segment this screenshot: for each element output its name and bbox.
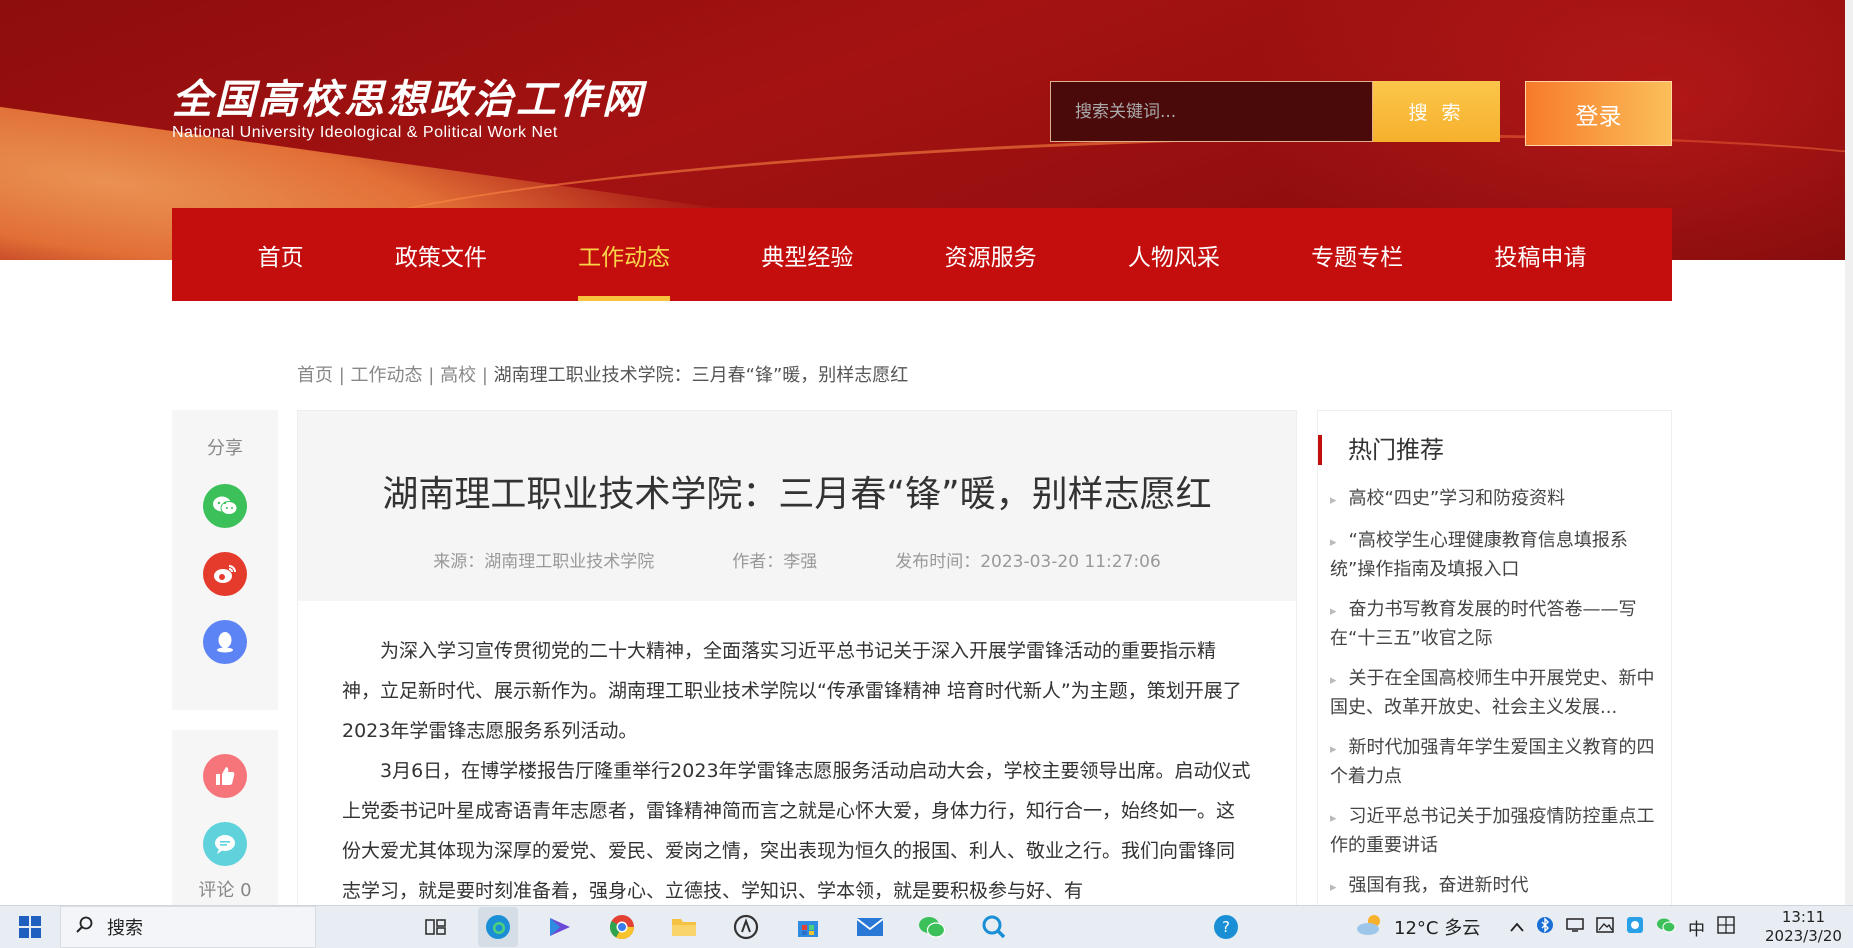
recommendation-item[interactable]: 关于在全国高校师生中开展党史、新中国史、改革开放史、社会主义发展... xyxy=(1330,665,1657,721)
nav-item-policy[interactable]: 政策文件 xyxy=(395,208,487,301)
weather-text: 12°C 多云 xyxy=(1394,918,1481,939)
recommendation-item[interactable]: 新时代加强青年学生爱国主义教育的四个着力点 xyxy=(1330,734,1657,790)
recommendation-item[interactable]: “高校学生心理健康教育信息填报系统”操作指南及填报入口 xyxy=(1330,527,1657,583)
taskbar-search-label: 搜索 xyxy=(107,918,143,939)
nav-item-topics[interactable]: 专题专栏 xyxy=(1311,208,1403,301)
edge-browser-icon[interactable] xyxy=(478,907,518,947)
breadcrumb-home[interactable]: 首页 xyxy=(297,365,333,386)
breadcrumb-sub[interactable]: 高校 xyxy=(440,365,476,386)
ime-indicator[interactable]: 中 xyxy=(1688,915,1705,940)
weibo-icon[interactable] xyxy=(203,552,247,596)
recommendation-item[interactable]: 奋力书写教育发展的时代答卷——写在“十三五”收官之际 xyxy=(1330,596,1657,652)
copilot-icon[interactable] xyxy=(540,907,580,947)
page-scrollbar[interactable] xyxy=(1845,0,1853,905)
help-icon[interactable]: ? xyxy=(1206,907,1246,947)
nav-item-home[interactable]: 首页 xyxy=(258,208,304,301)
keyboard-layout-icon[interactable] xyxy=(1717,915,1735,939)
article-date: 发布时间：2023-03-20 11:27:06 xyxy=(895,552,1161,572)
search-app-icon[interactable] xyxy=(974,907,1014,947)
article-meta: 来源：湖南理工职业技术学院 作者：李强 发布时间：2023-03-20 11:2… xyxy=(298,547,1296,572)
search-button[interactable]: 搜 索 xyxy=(1373,81,1500,142)
task-view-icon[interactable] xyxy=(416,907,456,947)
taskbar-apps: ? xyxy=(416,907,1246,947)
action-panel: 评论 0 xyxy=(172,730,278,910)
nav-item-work-news[interactable]: 工作动态 xyxy=(578,208,671,301)
chevron-up-icon[interactable] xyxy=(1510,917,1524,937)
wechat-tray-icon[interactable] xyxy=(1656,917,1676,938)
taskbar-clock[interactable]: 13:11 2023/3/20 xyxy=(1765,908,1842,946)
nav-item-resources[interactable]: 资源服务 xyxy=(945,208,1037,301)
login-button[interactable]: 登录 xyxy=(1525,81,1672,146)
recommendation-list: 高校“四史”学习和防疫资料 “高校学生心理健康教育信息填报系统”操作指南及填报入… xyxy=(1318,485,1671,901)
chrome-icon[interactable] xyxy=(602,907,642,947)
search-icon xyxy=(75,916,93,939)
breadcrumb-current: 湖南理工职业技术学院：三月春“锋”暖，别样志愿红 xyxy=(493,365,909,386)
wechat-app-icon[interactable] xyxy=(912,907,952,947)
bluetooth-icon[interactable] xyxy=(1536,916,1554,939)
hot-recommendations: 热门推荐 高校“四史”学习和防疫资料 “高校学生心理健康教育信息填报系统”操作指… xyxy=(1317,410,1672,910)
store-icon[interactable] xyxy=(788,907,828,947)
nav-item-people[interactable]: 人物风采 xyxy=(1128,208,1220,301)
like-icon[interactable] xyxy=(203,754,247,798)
recommendation-item[interactable]: 高校“四史”学习和防疫资料 xyxy=(1330,485,1657,514)
recommendation-item[interactable]: 习近平总书记关于加强疫情防控重点工作的重要讲话 xyxy=(1330,803,1657,859)
start-button[interactable] xyxy=(0,906,60,948)
article: 湖南理工职业技术学院：三月春“锋”暖，别样志愿红 来源：湖南理工职业技术学院 作… xyxy=(297,410,1297,910)
comment-count[interactable]: 评论 0 xyxy=(172,876,278,902)
article-paragraph: 为深入学习宣传贯彻党的二十大精神，全面落实习近平总书记关于深入开展学雷锋活动的重… xyxy=(342,640,1242,742)
cloud-icon xyxy=(1354,913,1386,942)
display-icon[interactable] xyxy=(1566,917,1584,938)
search-box xyxy=(1050,81,1373,142)
article-source: 来源：湖南理工职业技术学院 xyxy=(433,552,655,572)
nav-item-submit[interactable]: 投稿申请 xyxy=(1494,208,1586,301)
article-paragraph: 3月6日，在博学楼报告厅隆重举行2023年学雷锋志愿服务活动启动大会，学校主要领… xyxy=(342,760,1251,902)
breadcrumb-separator: | xyxy=(481,365,488,386)
breadcrumb: 首页 | 工作动态 | 高校 | 湖南理工职业技术学院：三月春“锋”暖，别样志愿… xyxy=(297,361,908,387)
windows-icon xyxy=(19,916,41,938)
site-title-cn: 全国高校思想政治工作网 xyxy=(172,76,645,123)
file-explorer-icon[interactable] xyxy=(664,907,704,947)
share-panel: 分享 xyxy=(172,410,278,710)
wechat-icon[interactable] xyxy=(203,484,247,528)
site-logo[interactable]: 全国高校思想政治工作网 National University Ideologi… xyxy=(172,78,645,142)
breadcrumb-separator: | xyxy=(338,365,345,386)
taskbar-search[interactable]: 搜索 xyxy=(60,906,316,948)
breadcrumb-separator: | xyxy=(428,365,435,386)
main-nav: 首页 政策文件 工作动态 典型经验 资源服务 人物风采 专题专栏 投稿申请 xyxy=(172,208,1672,301)
site-title-en: National University Ideological & Politi… xyxy=(172,124,558,141)
article-header: 湖南理工职业技术学院：三月春“锋”暖，别样志愿红 来源：湖南理工职业技术学院 作… xyxy=(298,411,1296,601)
qq-icon[interactable] xyxy=(203,620,247,664)
svg-text:?: ? xyxy=(1222,918,1230,936)
capture-icon[interactable] xyxy=(1626,916,1644,939)
app-icon[interactable] xyxy=(726,907,766,947)
article-body: 为深入学习宣传贯彻党的二十大精神，全面落实习近平总书记关于深入开展学雷锋活动的重… xyxy=(298,601,1296,911)
sidebar-heading: 热门推荐 xyxy=(1318,435,1671,465)
weather-widget[interactable]: 12°C 多云 xyxy=(1354,906,1480,948)
search-input[interactable] xyxy=(1051,82,1372,141)
article-author: 作者：李强 xyxy=(732,552,818,572)
article-title: 湖南理工职业技术学院：三月春“锋”暖，别样志愿红 xyxy=(382,474,1212,515)
photo-icon[interactable] xyxy=(1596,916,1614,938)
recommendation-item[interactable]: 强国有我，奋进新时代 xyxy=(1330,872,1657,901)
windows-taskbar: 搜索 ? 12°C 多云 中 13:11 2023/3/20 xyxy=(0,905,1853,948)
comment-icon[interactable] xyxy=(203,822,247,866)
system-tray: 中 xyxy=(1510,906,1735,948)
nav-item-experience[interactable]: 典型经验 xyxy=(761,208,853,301)
share-label: 分享 xyxy=(207,438,243,459)
clock-date: 2023/3/20 xyxy=(1765,927,1842,945)
clock-time: 13:11 xyxy=(1781,908,1826,926)
breadcrumb-section[interactable]: 工作动态 xyxy=(351,365,423,386)
mail-icon[interactable] xyxy=(850,907,890,947)
